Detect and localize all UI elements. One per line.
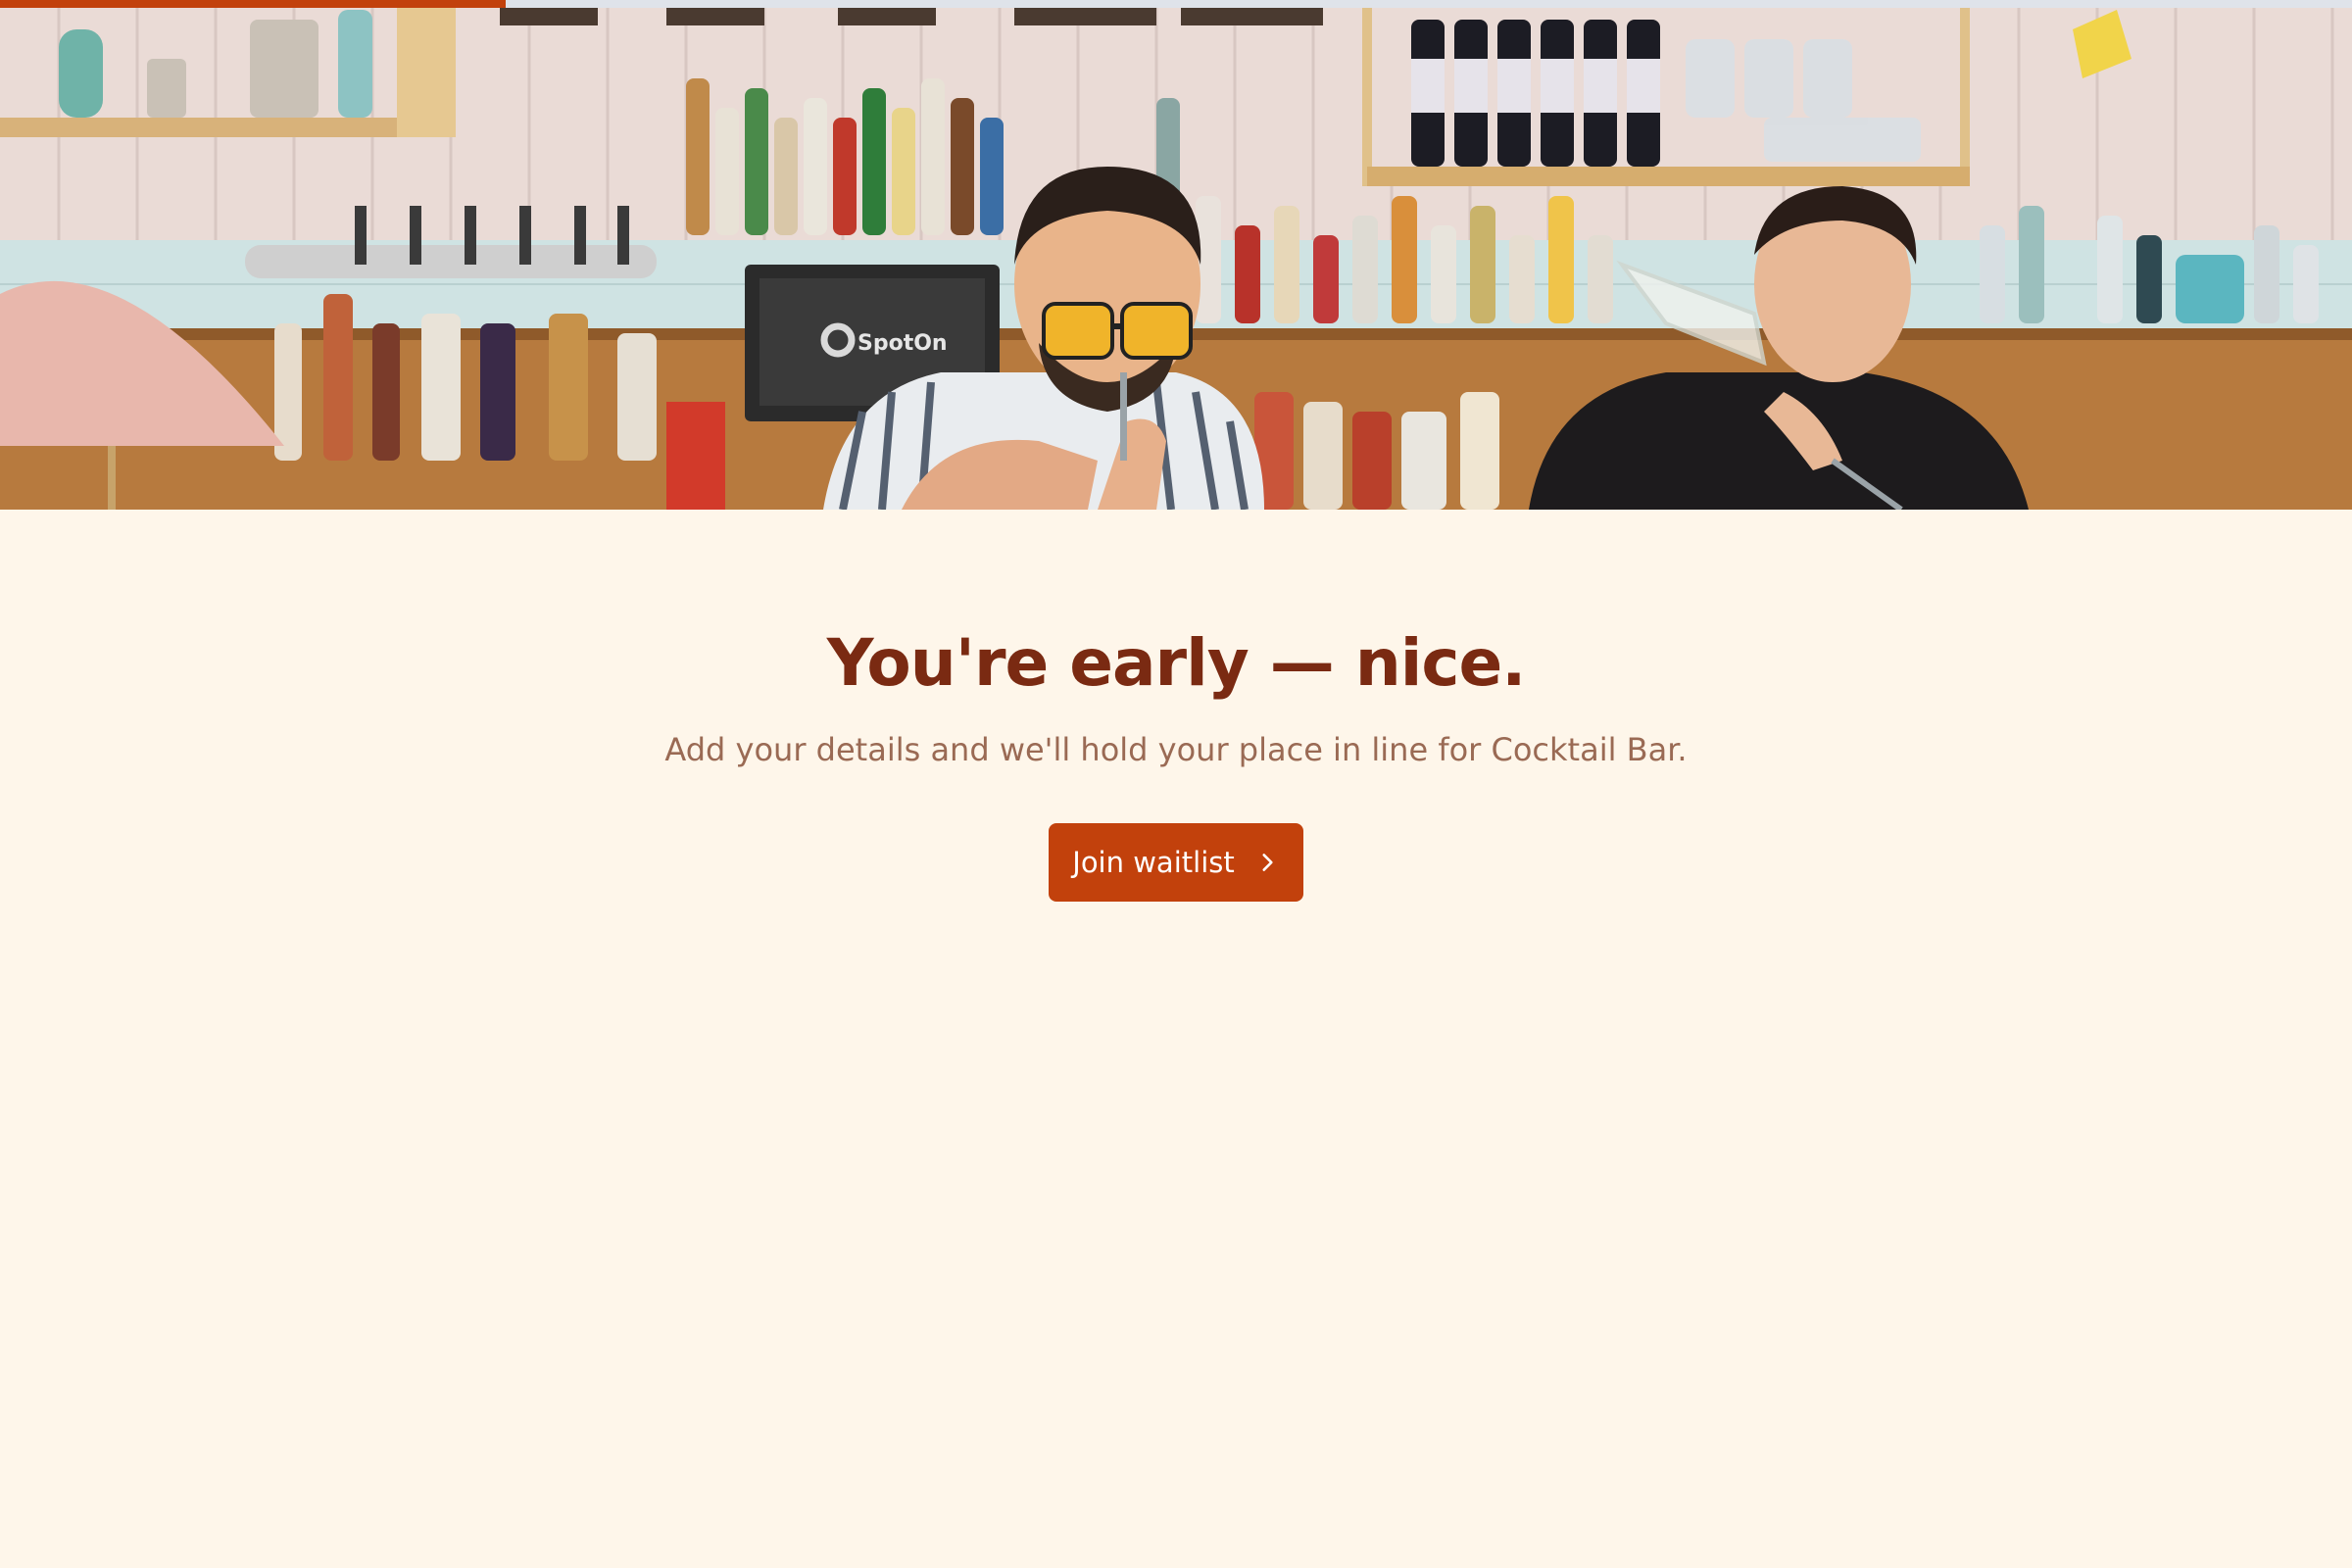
bar-scene-illustration: SpotOn (0, 0, 2352, 510)
progress-bar-fill (0, 0, 506, 8)
join-waitlist-button[interactable]: Join waitlist (1049, 823, 1303, 902)
waitlist-intro: You're early — nice. Add your details an… (0, 510, 2352, 1568)
chevron-right-icon (1262, 854, 1273, 871)
page-title: You're early — nice. (826, 625, 1527, 701)
pos-logo-text: SpotOn (858, 331, 948, 356)
hero-image: SpotOn (0, 0, 2352, 510)
page-subtitle: Add your details and we'll hold your pla… (664, 731, 1688, 768)
progress-bar (0, 0, 2352, 8)
join-waitlist-label: Join waitlist (1072, 846, 1235, 879)
